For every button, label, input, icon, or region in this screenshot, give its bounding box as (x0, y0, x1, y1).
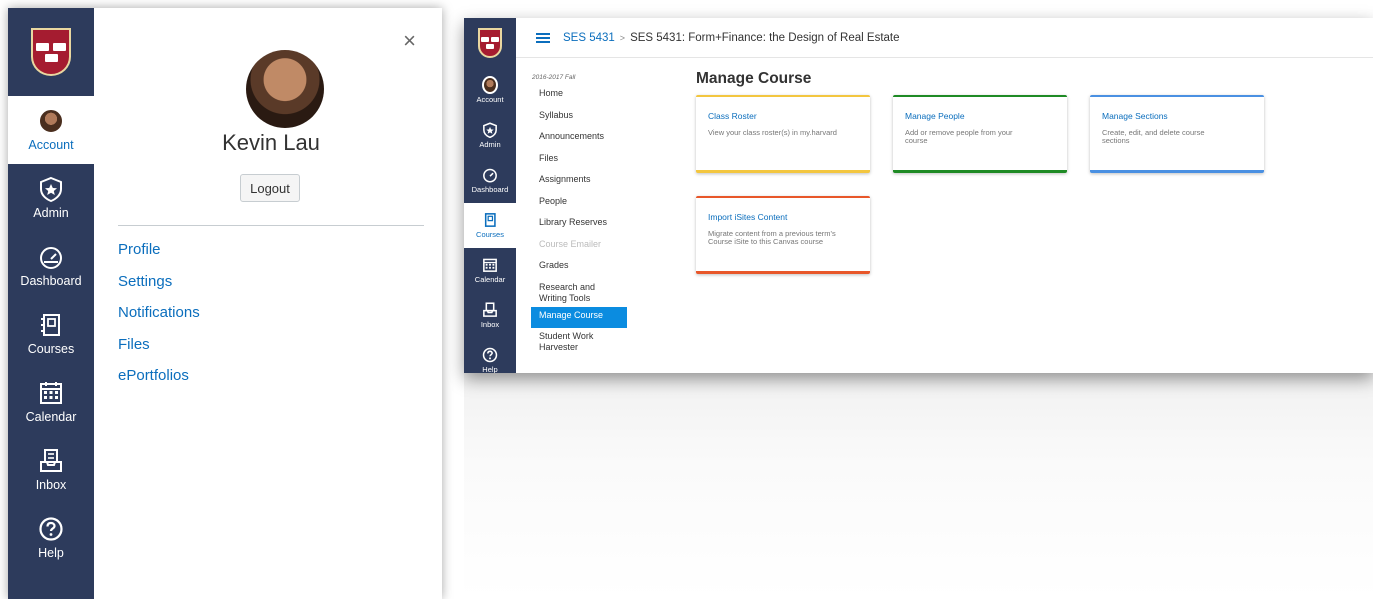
card-title: Import iSites Content (708, 212, 788, 222)
nav-dashboard-label: Dashboard (20, 274, 82, 288)
divider (118, 225, 424, 226)
profile-link[interactable]: Profile (118, 240, 200, 272)
eportfolios-link[interactable]: ePortfolios (118, 366, 200, 398)
nav-admin-label: Admin (479, 140, 501, 149)
nav-admin[interactable]: Admin (464, 113, 516, 158)
card-description: Migrate content from a previous term's C… (708, 229, 836, 246)
calendar-icon (482, 257, 498, 273)
course-nav-library-reserves[interactable]: Library Reserves (531, 214, 627, 236)
notifications-link[interactable]: Notifications (118, 303, 200, 335)
page-title: Manage Course (696, 70, 812, 87)
course-nav-people[interactable]: People (531, 193, 627, 215)
files-link[interactable]: Files (118, 335, 200, 367)
nav-courses[interactable]: Courses (8, 300, 94, 368)
account-links: Profile Settings Notifications Files ePo… (118, 240, 200, 398)
nav-account[interactable]: Account (8, 96, 94, 164)
dashboard-gauge-icon (38, 244, 64, 270)
term-label: 2016-2017 Fall (532, 74, 576, 81)
nav-courses-label: Courses (27, 342, 75, 356)
card-description: Create, edit, and delete course sections (1102, 128, 1205, 145)
settings-link[interactable]: Settings (118, 272, 200, 304)
nav-calendar[interactable]: Calendar (464, 248, 516, 293)
course-nav-syllabus[interactable]: Syllabus (531, 107, 627, 129)
nav-calendar-label: Calendar (25, 410, 77, 424)
nav-calendar-label: Calendar (474, 275, 506, 284)
breadcrumb-current: SES 5431: Form+Finance: the Design of Re… (630, 31, 900, 44)
course-nav-student-work-harvester[interactable]: Student Work Harvester (531, 328, 627, 356)
nav-inbox[interactable]: Inbox (464, 293, 516, 338)
course-nav-grades[interactable]: Grades (531, 257, 627, 279)
inbox-icon (482, 302, 498, 318)
nav-calendar[interactable]: Calendar (8, 368, 94, 436)
card-title: Class Roster (708, 111, 757, 121)
global-nav: Account Admin Dashboard Courses Calendar (464, 18, 516, 373)
nav-courses-label: Courses (476, 230, 504, 239)
harvard-logo[interactable] (8, 8, 94, 96)
nav-help-label: Help (38, 546, 64, 560)
nav-help-label: Help (482, 365, 498, 373)
nav-inbox-label: Inbox (35, 478, 67, 492)
help-question-icon (38, 516, 64, 542)
help-question-icon (482, 347, 498, 363)
nav-help[interactable]: Help (8, 504, 94, 572)
avatar (482, 76, 498, 94)
account-tray-screenshot: Account Admin Dashboard Courses Calendar (8, 8, 442, 599)
course-nav-home[interactable]: Home (531, 85, 627, 107)
avatar (38, 108, 64, 134)
manage-sections-card[interactable]: Manage Sections Create, edit, and delete… (1090, 95, 1264, 173)
nav-dashboard[interactable]: Dashboard (8, 232, 94, 300)
nav-dashboard[interactable]: Dashboard (464, 158, 516, 203)
harvard-shield-icon (478, 28, 502, 58)
harvard-logo[interactable] (464, 18, 516, 68)
course-nav-announcements[interactable]: Announcements (531, 128, 627, 150)
nav-help[interactable]: Help (464, 338, 516, 373)
nav-account[interactable]: Account (464, 68, 516, 113)
admin-shield-star-icon (482, 122, 498, 138)
courses-book-icon (38, 312, 64, 338)
close-icon[interactable]: × (403, 28, 416, 54)
nav-admin-label: Admin (33, 206, 69, 220)
account-tray: × Kevin Lau Logout Profile Settings Noti… (94, 8, 442, 599)
nav-inbox[interactable]: Inbox (8, 436, 94, 504)
harvard-shield-icon (31, 28, 71, 76)
card-title: Manage People (905, 111, 965, 121)
manage-people-card[interactable]: Manage People Add or remove people from … (893, 95, 1067, 173)
logout-button[interactable]: Logout (240, 174, 300, 202)
nav-account-label: Account (476, 95, 504, 104)
class-roster-card[interactable]: Class Roster View your class roster(s) i… (696, 95, 870, 173)
user-avatar (246, 50, 324, 128)
courses-book-icon (482, 212, 498, 228)
user-name: Kevin Lau (222, 130, 320, 155)
background-fill (464, 373, 1373, 599)
import-isites-card[interactable]: Import iSites Content Migrate content fr… (696, 196, 870, 274)
nav-inbox-label: Inbox (480, 320, 500, 329)
course-nav: 2016-2017 Fall Home Syllabus Announcemen… (531, 74, 627, 356)
course-nav-files[interactable]: Files (531, 150, 627, 172)
course-nav-assignments[interactable]: Assignments (531, 171, 627, 193)
breadcrumb-course-link[interactable]: SES 5431 (563, 32, 615, 44)
calendar-icon (38, 380, 64, 406)
nav-courses[interactable]: Courses (464, 203, 516, 248)
course-nav-research-tools[interactable]: Research and Writing Tools (531, 279, 627, 307)
inbox-icon (38, 448, 64, 474)
card-description: Add or remove people from your course (905, 128, 1013, 145)
nav-dashboard-label: Dashboard (471, 185, 509, 194)
manage-course-screenshot: Account Admin Dashboard Courses Calendar (464, 18, 1373, 373)
course-nav-manage-course[interactable]: Manage Course (531, 306, 627, 328)
dashboard-gauge-icon (482, 167, 498, 183)
nav-account-label: Account (28, 138, 74, 152)
hamburger-menu-icon[interactable] (536, 32, 550, 43)
global-nav: Account Admin Dashboard Courses Calendar (8, 8, 94, 599)
card-description: View your class roster(s) in my.harvard (708, 128, 837, 137)
nav-admin[interactable]: Admin (8, 164, 94, 232)
admin-shield-star-icon (38, 176, 64, 202)
course-nav-course-emailer[interactable]: Course Emailer (531, 236, 627, 258)
chevron-right-icon: > (619, 32, 626, 43)
card-title: Manage Sections (1102, 111, 1168, 121)
breadcrumb: SES 5431 > SES 5431: Form+Finance: the D… (516, 18, 1373, 58)
